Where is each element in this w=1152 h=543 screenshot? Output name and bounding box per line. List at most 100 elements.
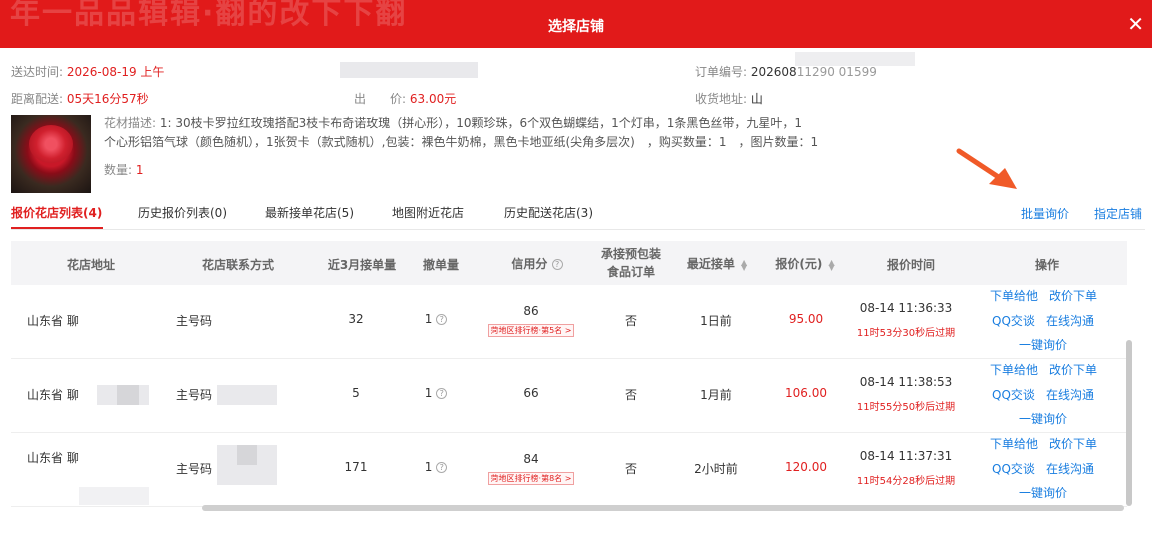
- qq-chat-button[interactable]: QQ交谈: [992, 312, 1035, 329]
- shop-contact: 主号码: [176, 314, 213, 328]
- header-address: 花店地址: [66, 258, 115, 272]
- credit-score: 86: [523, 304, 539, 318]
- distance: 距离配送: 05天16分57秒: [11, 90, 149, 107]
- ranking-badge[interactable]: 菏地区排行榜·第5名 >: [487, 324, 575, 337]
- header-orders-3m: 近3月接单量: [327, 258, 397, 272]
- sort-icon[interactable]: ▲ ▼: [829, 258, 835, 271]
- header-credit: 信用分 ?: [497, 255, 577, 272]
- batch-inquiry-button[interactable]: 批量询价: [1021, 205, 1069, 222]
- quote-price: 106.00: [785, 386, 827, 400]
- cancel-count: 1 ?: [416, 386, 456, 400]
- send-time-label: 送达时间:: [11, 65, 64, 79]
- shop-address: 山东省 聊: [27, 314, 79, 328]
- quote-price: 120.00: [785, 460, 827, 474]
- table-row: 山东省 聊 主号码 32 1 ? 86 菏地区排行榜·第5名 > 否 1日前 9…: [11, 285, 1127, 359]
- credit-score: 66: [523, 386, 539, 400]
- orders-3m: 171: [344, 460, 368, 474]
- redacted-block: [237, 445, 257, 465]
- vertical-scrollbar[interactable]: [1126, 340, 1132, 506]
- order-number-value: 202608: [750, 65, 797, 79]
- change-price-order-button[interactable]: 改价下单: [1049, 361, 1097, 378]
- recent-order: 1月前: [700, 388, 732, 402]
- redacted-block: [340, 62, 478, 78]
- tab-nearby-shops[interactable]: 地图附近花店: [392, 204, 464, 221]
- tab-latest-shops[interactable]: 最新接单花店(5): [265, 204, 354, 221]
- sort-icon[interactable]: ▲ ▼: [741, 258, 747, 271]
- offer-price-value: 63.00元: [409, 92, 457, 106]
- header-recent[interactable]: 最近接单 ▲ ▼: [677, 255, 757, 272]
- distance-label: 距离配送:: [11, 92, 64, 106]
- distance-value: 05天16分57秒: [66, 92, 149, 106]
- prepack-flag: 否: [624, 388, 637, 402]
- order-number-label: 订单编号:: [695, 65, 748, 79]
- quote-time: 08-14 11:36:33: [859, 301, 953, 315]
- qq-chat-button[interactable]: QQ交谈: [992, 386, 1035, 403]
- expire-countdown: 11时53分30秒后过期: [856, 328, 956, 339]
- help-icon[interactable]: ?: [551, 259, 563, 270]
- tab-history-quote-list[interactable]: 历史报价列表(0): [138, 204, 227, 221]
- header-prepack-line2: 食品订单: [606, 265, 655, 279]
- shop-contact: 主号码: [176, 462, 213, 476]
- dialog-title: 选择店铺: [548, 19, 604, 35]
- help-icon[interactable]: ?: [436, 462, 448, 473]
- one-click-inquiry-button[interactable]: 一键询价: [1019, 410, 1067, 427]
- quantity: 数量: 1: [104, 161, 144, 178]
- credit-score: 84: [523, 452, 539, 466]
- dialog-title-bar: 年一品品辑辑·翻的改下下翻 选择店铺 ✕: [0, 0, 1152, 48]
- online-chat-button[interactable]: 在线沟通: [1046, 460, 1094, 477]
- delivery-address-value: 山: [750, 92, 763, 106]
- redacted-block: [217, 385, 277, 405]
- shop-address: 山东省 聊: [27, 451, 79, 465]
- flower-description-label: 花材描述:: [104, 116, 157, 130]
- recent-order: 1日前: [700, 314, 732, 328]
- tab-quote-shop-list[interactable]: 报价花店列表(4): [11, 204, 102, 221]
- assign-shop-button[interactable]: 指定店铺: [1094, 205, 1142, 222]
- quantity-label: 数量:: [104, 163, 133, 177]
- online-chat-button[interactable]: 在线沟通: [1046, 386, 1094, 403]
- header-credit-label: 信用分: [511, 257, 548, 271]
- close-icon[interactable]: ✕: [1127, 12, 1144, 36]
- table-row: 山东省 聊 主号码 171 1 ? 84 菏地区排行榜·第8名 > 否 2小时前…: [11, 433, 1127, 507]
- redacted-block: [117, 385, 139, 405]
- order-to-shop-button[interactable]: 下单给他: [990, 435, 1038, 452]
- prepack-flag: 否: [624, 314, 637, 328]
- one-click-inquiry-button[interactable]: 一键询价: [1019, 336, 1067, 353]
- header-prepack: 承接预包装 食品订单: [591, 245, 671, 281]
- orders-3m: 32: [348, 312, 364, 326]
- table-header: 花店地址 花店联系方式 近3月接单量 撤单量 信用分 ? 承接预包装 食品订单 …: [11, 241, 1127, 285]
- table-row: 山东省 聊 主号码 5 1 ? 66 否 1月前 106.00 08-14 11…: [11, 359, 1127, 433]
- order-to-shop-button[interactable]: 下单给他: [990, 361, 1038, 378]
- quantity-value: 1: [135, 163, 144, 177]
- shop-address: 山东省 聊: [27, 388, 79, 402]
- qq-chat-button[interactable]: QQ交谈: [992, 460, 1035, 477]
- bouquet-image[interactable]: [11, 115, 91, 193]
- offer-price-label: 出 价:: [354, 92, 407, 106]
- cancel-count-value: 1: [424, 386, 433, 400]
- quote-time: 08-14 11:38:53: [859, 375, 953, 389]
- expire-countdown: 11时54分28秒后过期: [856, 476, 956, 487]
- ranking-badge-cell: 菏地区排行榜·第5名 >: [481, 322, 581, 337]
- delivery-address-label: 收货地址:: [695, 92, 748, 106]
- header-contact: 花店联系方式: [201, 258, 274, 272]
- change-price-order-button[interactable]: 改价下单: [1049, 435, 1097, 452]
- ranking-badge[interactable]: 菏地区排行榜·第8名 >: [487, 472, 575, 485]
- header-recent-label: 最近接单: [686, 257, 735, 271]
- pointer-arrow-icon: [956, 148, 1017, 189]
- redacted-block: [795, 52, 915, 66]
- change-price-order-button[interactable]: 改价下单: [1049, 287, 1097, 304]
- order-to-shop-button[interactable]: 下单给他: [990, 287, 1038, 304]
- expire-countdown: 11时55分50秒后过期: [856, 402, 956, 413]
- help-icon[interactable]: ?: [436, 314, 448, 325]
- offer-price: 出 价: 63.00元: [354, 90, 456, 107]
- one-click-inquiry-button[interactable]: 一键询价: [1019, 484, 1067, 501]
- cancel-count-value: 1: [424, 312, 433, 326]
- tab-history-delivery-shops[interactable]: 历史配送花店(3): [504, 204, 593, 221]
- cancel-count-value: 1: [424, 460, 433, 474]
- header-quote[interactable]: 报价(元) ▲ ▼: [767, 255, 843, 272]
- send-time: 送达时间: 2026-08-19 上午: [11, 63, 164, 80]
- shop-contact: 主号码: [176, 388, 213, 402]
- online-chat-button[interactable]: 在线沟通: [1046, 312, 1094, 329]
- cancel-count: 1 ?: [416, 312, 456, 326]
- help-icon[interactable]: ?: [436, 388, 448, 399]
- horizontal-scrollbar[interactable]: [202, 505, 1124, 511]
